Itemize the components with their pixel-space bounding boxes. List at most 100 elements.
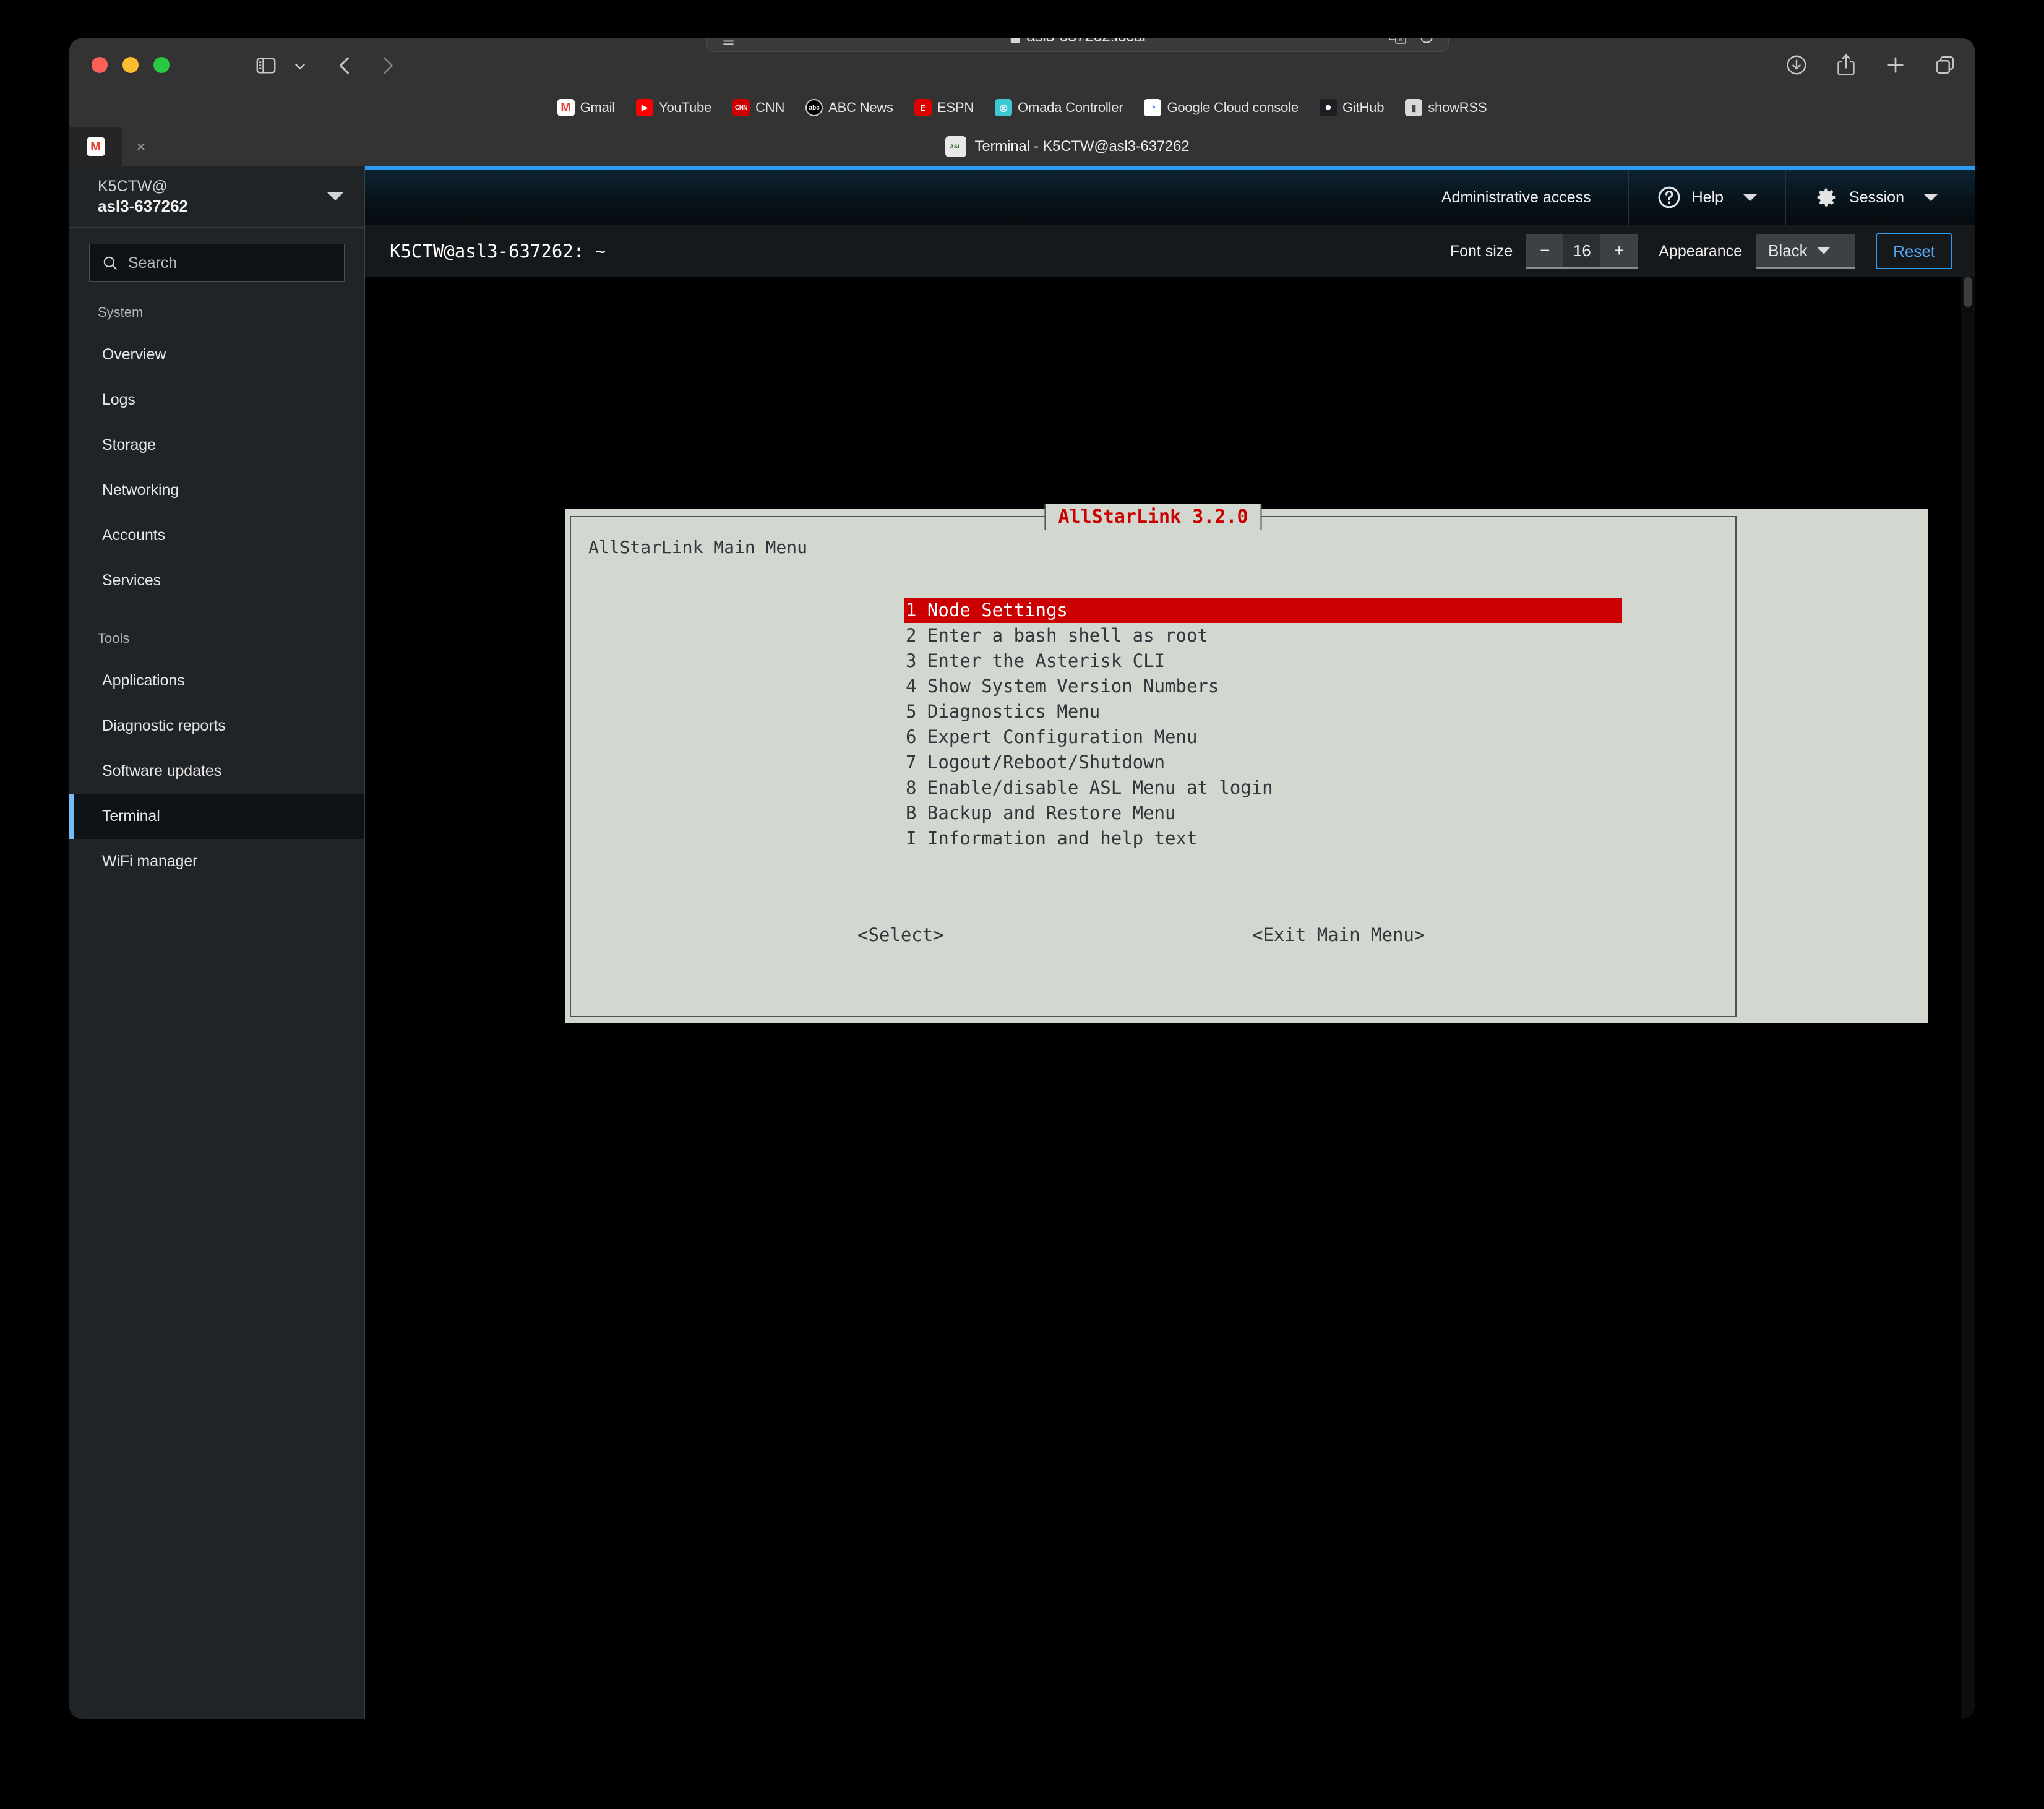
sidebar-item-terminal[interactable]: Terminal: [69, 794, 364, 839]
abc-news-icon: abc: [805, 99, 823, 116]
reload-icon[interactable]: [1419, 38, 1435, 45]
translate-icon[interactable]: A A: [1389, 38, 1406, 45]
bookmark-omada-controller[interactable]: ◎ Omada Controller: [995, 99, 1123, 116]
browser-toolbar: asl3-637262.local A A: [69, 38, 1975, 90]
omada-icon: ◎: [995, 99, 1013, 116]
sidebar-toggle-icon[interactable]: [255, 54, 277, 77]
tab-terminal[interactable]: ASL Terminal - K5CTW@asl3-637262: [160, 127, 1975, 166]
sidebar-item-accounts[interactable]: Accounts: [69, 513, 364, 558]
scrollbar-thumb[interactable]: [1964, 277, 1972, 307]
chevron-down-icon: [1924, 194, 1938, 201]
espn-icon: E: [914, 99, 932, 116]
forward-arrow-icon[interactable]: [376, 54, 398, 77]
host-names: K5CTW@ asl3-637262: [98, 176, 327, 217]
sidebar-item-diagnostic-reports[interactable]: Diagnostic reports: [69, 703, 364, 749]
help-circle-icon: [1657, 186, 1681, 209]
search-input[interactable]: [128, 254, 332, 272]
exit-main-menu-button[interactable]: <Exit Main Menu>: [1252, 924, 1425, 945]
terminal-scrollbar[interactable]: [1961, 277, 1975, 1719]
font-size-label: Font size: [1449, 242, 1513, 260]
reset-button[interactable]: Reset: [1876, 233, 1952, 269]
appearance-select[interactable]: Black: [1756, 234, 1855, 269]
window-controls: [92, 57, 170, 73]
new-tab-icon[interactable]: [1884, 53, 1907, 77]
sidebar-item-services[interactable]: Services: [69, 558, 364, 603]
session-label: Session: [1849, 188, 1904, 206]
sidebar-user: K5CTW@: [98, 177, 168, 195]
tab-overview-icon[interactable]: [1934, 53, 1956, 77]
gmail-icon: M: [557, 99, 575, 116]
bookmark-label: ESPN: [937, 100, 974, 115]
bookmark-cnn[interactable]: CNN CNN: [732, 99, 784, 116]
menu-item-expert-configuration[interactable]: 6 Expert Configuration Menu: [904, 724, 1622, 750]
maximize-window-button[interactable]: [153, 57, 170, 73]
bookmark-abc-news[interactable]: abc ABC News: [805, 99, 893, 116]
back-arrow-icon[interactable]: [334, 54, 356, 77]
help-menu[interactable]: Help: [1629, 170, 1787, 225]
terminal-toolbar: K5CTW@asl3-637262: ~ Font size − 16 + Ap…: [365, 225, 1975, 277]
svg-text:A: A: [1399, 38, 1402, 43]
bookmark-espn[interactable]: E ESPN: [914, 99, 974, 116]
menu-item-asterisk-cli[interactable]: 3 Enter the Asterisk CLI: [904, 648, 1622, 674]
share-icon[interactable]: [1835, 53, 1857, 77]
allstarlink-menu-list: 1 Node Settings 2 Enter a bash shell as …: [904, 598, 1622, 851]
chevron-down-icon: [1817, 247, 1830, 254]
bookmark-gmail[interactable]: M Gmail: [557, 99, 615, 116]
bookmark-label: Gmail: [580, 100, 616, 115]
cockpit-header: Administrative access Help Session: [365, 166, 1975, 225]
session-menu[interactable]: Session: [1786, 170, 1975, 225]
host-switcher[interactable]: K5CTW@ asl3-637262: [69, 166, 364, 228]
sidebar-item-networking[interactable]: Networking: [69, 468, 364, 513]
sidebar-item-overview[interactable]: Overview: [69, 332, 364, 377]
sidebar-group-tools: Tools: [69, 622, 364, 658]
menu-item-asl-menu-at-login[interactable]: 8 Enable/disable ASL Menu at login: [904, 775, 1622, 801]
sidebar-item-applications[interactable]: Applications: [69, 658, 364, 703]
menu-item-bash-shell[interactable]: 2 Enter a bash shell as root: [904, 623, 1622, 648]
sidebar-item-wifi-manager[interactable]: WiFi manager: [69, 839, 364, 884]
allstarlink-favicon: ASL: [945, 136, 966, 157]
font-size-value: 16: [1563, 234, 1601, 269]
bookmark-github[interactable]: ● GitHub: [1319, 99, 1384, 116]
terminal-body[interactable]: AllStarLink 3.2.0 AllStarLink Main Menu …: [365, 277, 1975, 1719]
youtube-icon: ▶: [636, 99, 654, 116]
tab-strip: M × ASL Terminal - K5CTW@asl3-637262: [69, 127, 1975, 166]
allstarlink-dialog: AllStarLink 3.2.0 AllStarLink Main Menu …: [570, 504, 1737, 1017]
lock-icon: [1010, 38, 1021, 43]
gear-icon: [1814, 186, 1838, 209]
page-content: K5CTW@ asl3-637262 System Over: [69, 166, 1975, 1719]
sidebar-item-logs[interactable]: Logs: [69, 377, 364, 423]
github-icon: ●: [1319, 99, 1337, 116]
search-box[interactable]: [89, 244, 345, 282]
menu-item-system-versions[interactable]: 4 Show System Version Numbers: [904, 674, 1622, 699]
pinned-tab-gmail[interactable]: M: [69, 127, 122, 166]
menu-item-information-help[interactable]: I Information and help text: [904, 826, 1622, 851]
appearance-label: Appearance: [1659, 242, 1743, 260]
cnn-icon: CNN: [732, 99, 750, 116]
menu-item-node-settings[interactable]: 1 Node Settings: [904, 598, 1622, 623]
bookmark-showrss[interactable]: ▮ showRSS: [1405, 99, 1487, 116]
downloads-icon[interactable]: [1785, 53, 1808, 77]
bookmark-google-cloud-console[interactable]: ◔ Google Cloud console: [1144, 99, 1299, 116]
sidebar-item-storage[interactable]: Storage: [69, 423, 364, 468]
sidebar-host: asl3-637262: [98, 196, 189, 215]
url-display[interactable]: asl3-637262.local: [707, 38, 1448, 46]
sidebar-item-software-updates[interactable]: Software updates: [69, 749, 364, 794]
bookmark-youtube[interactable]: ▶ YouTube: [636, 99, 711, 116]
minimize-window-button[interactable]: [122, 57, 139, 73]
font-size-increase-button[interactable]: +: [1600, 234, 1638, 269]
close-window-button[interactable]: [92, 57, 108, 73]
tab-close-icon[interactable]: ×: [122, 127, 160, 166]
help-label: Help: [1691, 188, 1724, 206]
font-size-decrease-button[interactable]: −: [1526, 234, 1564, 269]
google-cloud-icon: ◔: [1144, 99, 1162, 116]
browser-window: asl3-637262.local A A: [69, 38, 1975, 1719]
reader-view-icon[interactable]: [721, 38, 737, 46]
address-bar[interactable]: asl3-637262.local A A: [706, 38, 1449, 52]
select-button[interactable]: <Select>: [857, 924, 944, 945]
chevron-down-icon[interactable]: [292, 58, 308, 74]
administrative-access-button[interactable]: Administrative access: [1404, 170, 1629, 225]
menu-item-backup-restore[interactable]: B Backup and Restore Menu: [904, 801, 1622, 826]
menu-item-logout-reboot-shutdown[interactable]: 7 Logout/Reboot/Shutdown: [904, 750, 1622, 775]
bookmark-label: showRSS: [1428, 100, 1487, 115]
menu-item-diagnostics[interactable]: 5 Diagnostics Menu: [904, 699, 1622, 724]
